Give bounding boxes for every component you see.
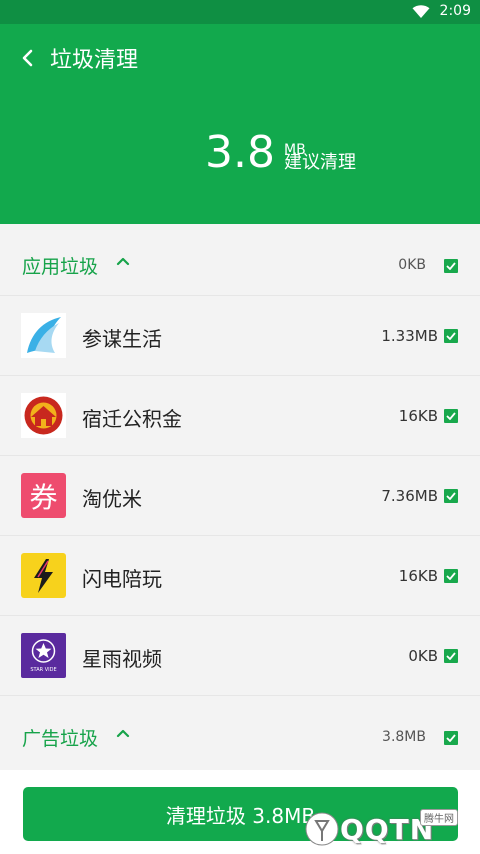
app-size: 16KB: [398, 567, 438, 585]
app-name: 星雨视频: [82, 647, 162, 671]
checkbox-icon[interactable]: [444, 489, 458, 503]
junk-size-value: 3.8: [205, 127, 275, 178]
app-name: 闪电陪玩: [82, 567, 162, 591]
wifi-icon: [412, 5, 430, 18]
watermark-tag: 腾牛网: [420, 809, 458, 826]
list-item-app[interactable]: 宿迁公积金 16KB: [0, 376, 480, 456]
watermark-logo-icon: [305, 812, 339, 846]
watermark: QQTN 腾牛网: [300, 805, 480, 854]
page-title: 垃圾清理: [50, 48, 139, 73]
list-item-app[interactable]: 参谋生活 1.33MB: [0, 296, 480, 376]
clean-advice: 建议清理: [284, 152, 356, 173]
checkbox-icon[interactable]: [444, 409, 458, 423]
chevron-left-icon: [22, 49, 33, 67]
app-name: 淘优米: [82, 487, 142, 511]
junk-list: 应用垃圾 0KB 参谋生活 1.33MB 宿迁公积金 16KB 券 淘优米 7.…: [0, 224, 480, 768]
app-name: 参谋生活: [82, 327, 162, 351]
back-button[interactable]: [14, 44, 42, 72]
chevron-up-icon[interactable]: [116, 256, 130, 266]
header: 垃圾清理 3.8 MB 建议清理: [0, 24, 480, 224]
section-size: 3.8MB: [382, 729, 426, 745]
chevron-up-icon[interactable]: [116, 728, 130, 738]
checkbox-icon[interactable]: [444, 649, 458, 663]
app-size: 16KB: [398, 407, 438, 425]
taoyoumi-icon-glyph: 券: [29, 480, 58, 514]
checkbox-icon[interactable]: [444, 259, 458, 273]
status-bar: 2:09: [0, 0, 480, 24]
section-title: 广告垃圾: [22, 728, 99, 750]
status-time: 2:09: [439, 3, 471, 19]
star-video-app-icon: STAR VIDE: [21, 633, 66, 678]
list-item-app[interactable]: STAR VIDE 星雨视频 0KB: [0, 616, 480, 696]
checkbox-icon[interactable]: [444, 329, 458, 343]
section-ad-junk[interactable]: 广告垃圾 3.8MB: [0, 696, 480, 768]
section-size: 0KB: [398, 257, 426, 273]
app-size: 0KB: [408, 647, 438, 665]
section-app-junk[interactable]: 应用垃圾 0KB: [0, 224, 480, 296]
canmou-app-icon: [21, 313, 66, 358]
taoyoumi-app-icon: 券: [21, 473, 66, 518]
lightning-app-icon: [21, 553, 66, 598]
checkbox-icon[interactable]: [444, 569, 458, 583]
app-size: 7.36MB: [381, 487, 438, 505]
list-item-app[interactable]: 闪电陪玩 16KB: [0, 536, 480, 616]
section-title: 应用垃圾: [22, 256, 99, 278]
star-video-icon-text: STAR VIDE: [30, 667, 57, 673]
list-item-app[interactable]: 券 淘优米 7.36MB: [0, 456, 480, 536]
suqian-gjj-app-icon: [21, 393, 66, 438]
app-name: 宿迁公积金: [82, 407, 182, 431]
app-size: 1.33MB: [381, 327, 438, 345]
checkbox-icon[interactable]: [444, 731, 458, 745]
